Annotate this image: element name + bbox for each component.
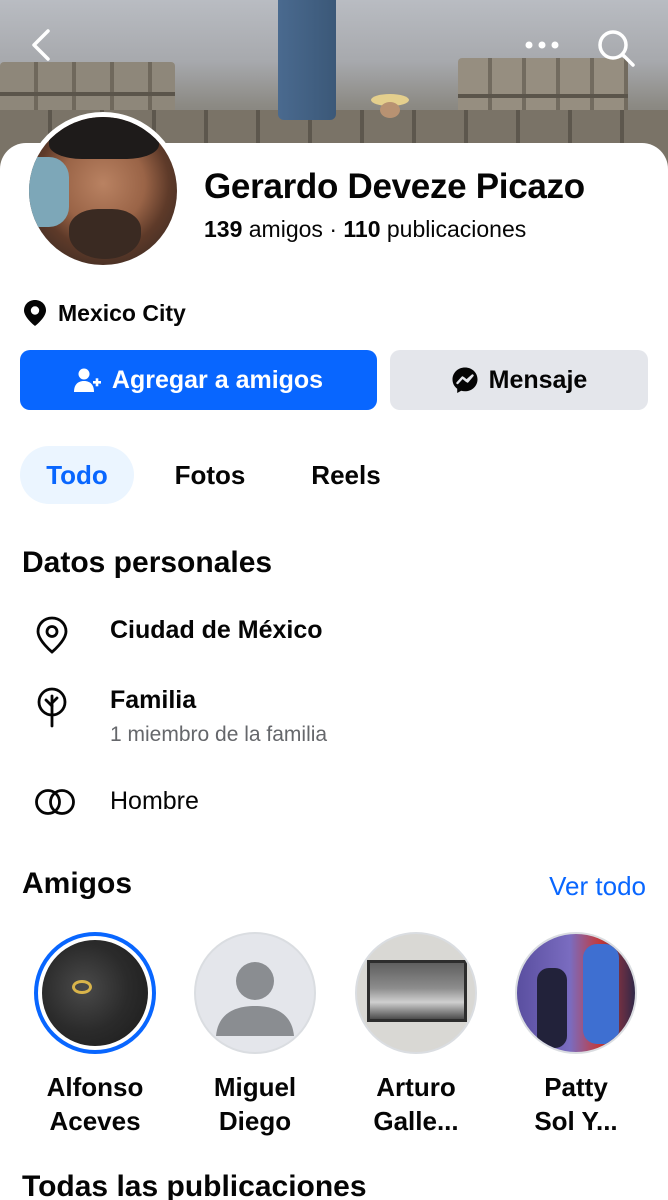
info-family[interactable]: Familia 1 miembro de la familia: [34, 686, 327, 747]
all-posts-title: Todas las publicaciones: [22, 1170, 367, 1200]
family-members: 1 miembro de la familia: [110, 723, 328, 746]
default-avatar-icon: [194, 932, 316, 1054]
gender-text: Hombre: [110, 787, 199, 815]
friend-card-4[interactable]: Patty Sol Y...: [501, 932, 651, 1138]
more-options-button[interactable]: [522, 28, 562, 62]
add-friend-button[interactable]: Agregar a amigos: [20, 350, 377, 410]
search-icon: [598, 30, 635, 67]
message-button[interactable]: Mensaje: [390, 350, 648, 410]
friend-avatar: [34, 932, 156, 1054]
friend-name-line1: Patty: [544, 1072, 608, 1102]
add-friend-label: Agregar a amigos: [111, 365, 324, 394]
location-outline-icon: [36, 616, 68, 654]
friend-card-1[interactable]: Alfonso Aceves: [20, 932, 170, 1138]
friend-card-2[interactable]: Miguel Diego: [180, 932, 330, 1138]
tab-reels[interactable]: Reels: [288, 446, 404, 504]
info-gender: Hombre: [34, 787, 199, 817]
friend-name-line2: Aceves: [49, 1106, 141, 1136]
personal-details-title: Datos personales: [22, 546, 273, 579]
friend-name-line1: Alfonso: [46, 1072, 144, 1102]
friend-name-line1: Miguel: [213, 1072, 297, 1102]
message-label: Mensaje: [488, 365, 588, 394]
friend-avatar: [355, 932, 477, 1054]
friends-count[interactable]: 139: [204, 216, 242, 242]
location-text: Mexico City: [58, 299, 186, 326]
friends-title: Amigos: [22, 867, 133, 900]
city-text: Ciudad de México: [110, 616, 323, 644]
location-pin-icon: [24, 300, 46, 326]
tab-todo[interactable]: Todo: [20, 446, 134, 504]
profile-stats: 139 amigos · 110 publicaciones: [204, 216, 526, 243]
tab-fotos[interactable]: Fotos: [152, 446, 268, 504]
friends-label[interactable]: amigos: [249, 216, 323, 242]
back-button[interactable]: [28, 28, 54, 62]
profile-location: Mexico City: [22, 299, 186, 327]
chevron-left-icon: [32, 29, 50, 61]
posts-label: publicaciones: [386, 216, 527, 242]
friend-card-3[interactable]: Arturo Galle...: [341, 932, 491, 1138]
messenger-icon: [452, 367, 478, 393]
gender-rings-icon: [35, 789, 75, 815]
info-city: Ciudad de México: [34, 616, 323, 654]
friend-name-line2: Galle...: [373, 1106, 459, 1136]
profile-avatar[interactable]: [24, 112, 182, 270]
more-dots-icon: [525, 41, 559, 49]
family-label: Familia: [110, 686, 197, 714]
friend-name-line2: Sol Y...: [534, 1106, 618, 1136]
add-person-icon: [73, 368, 101, 392]
family-tree-icon: [37, 687, 67, 728]
friend-name-line2: Diego: [218, 1106, 292, 1136]
friend-avatar: [515, 932, 637, 1054]
posts-count: 110: [343, 216, 381, 242]
friend-name-line1: Arturo: [376, 1072, 456, 1102]
stats-separator: ·: [329, 216, 337, 242]
search-button[interactable]: [596, 28, 636, 68]
profile-name: Gerardo Deveze Picazo: [204, 167, 585, 206]
see-all-friends-link[interactable]: Ver todo: [549, 871, 646, 902]
